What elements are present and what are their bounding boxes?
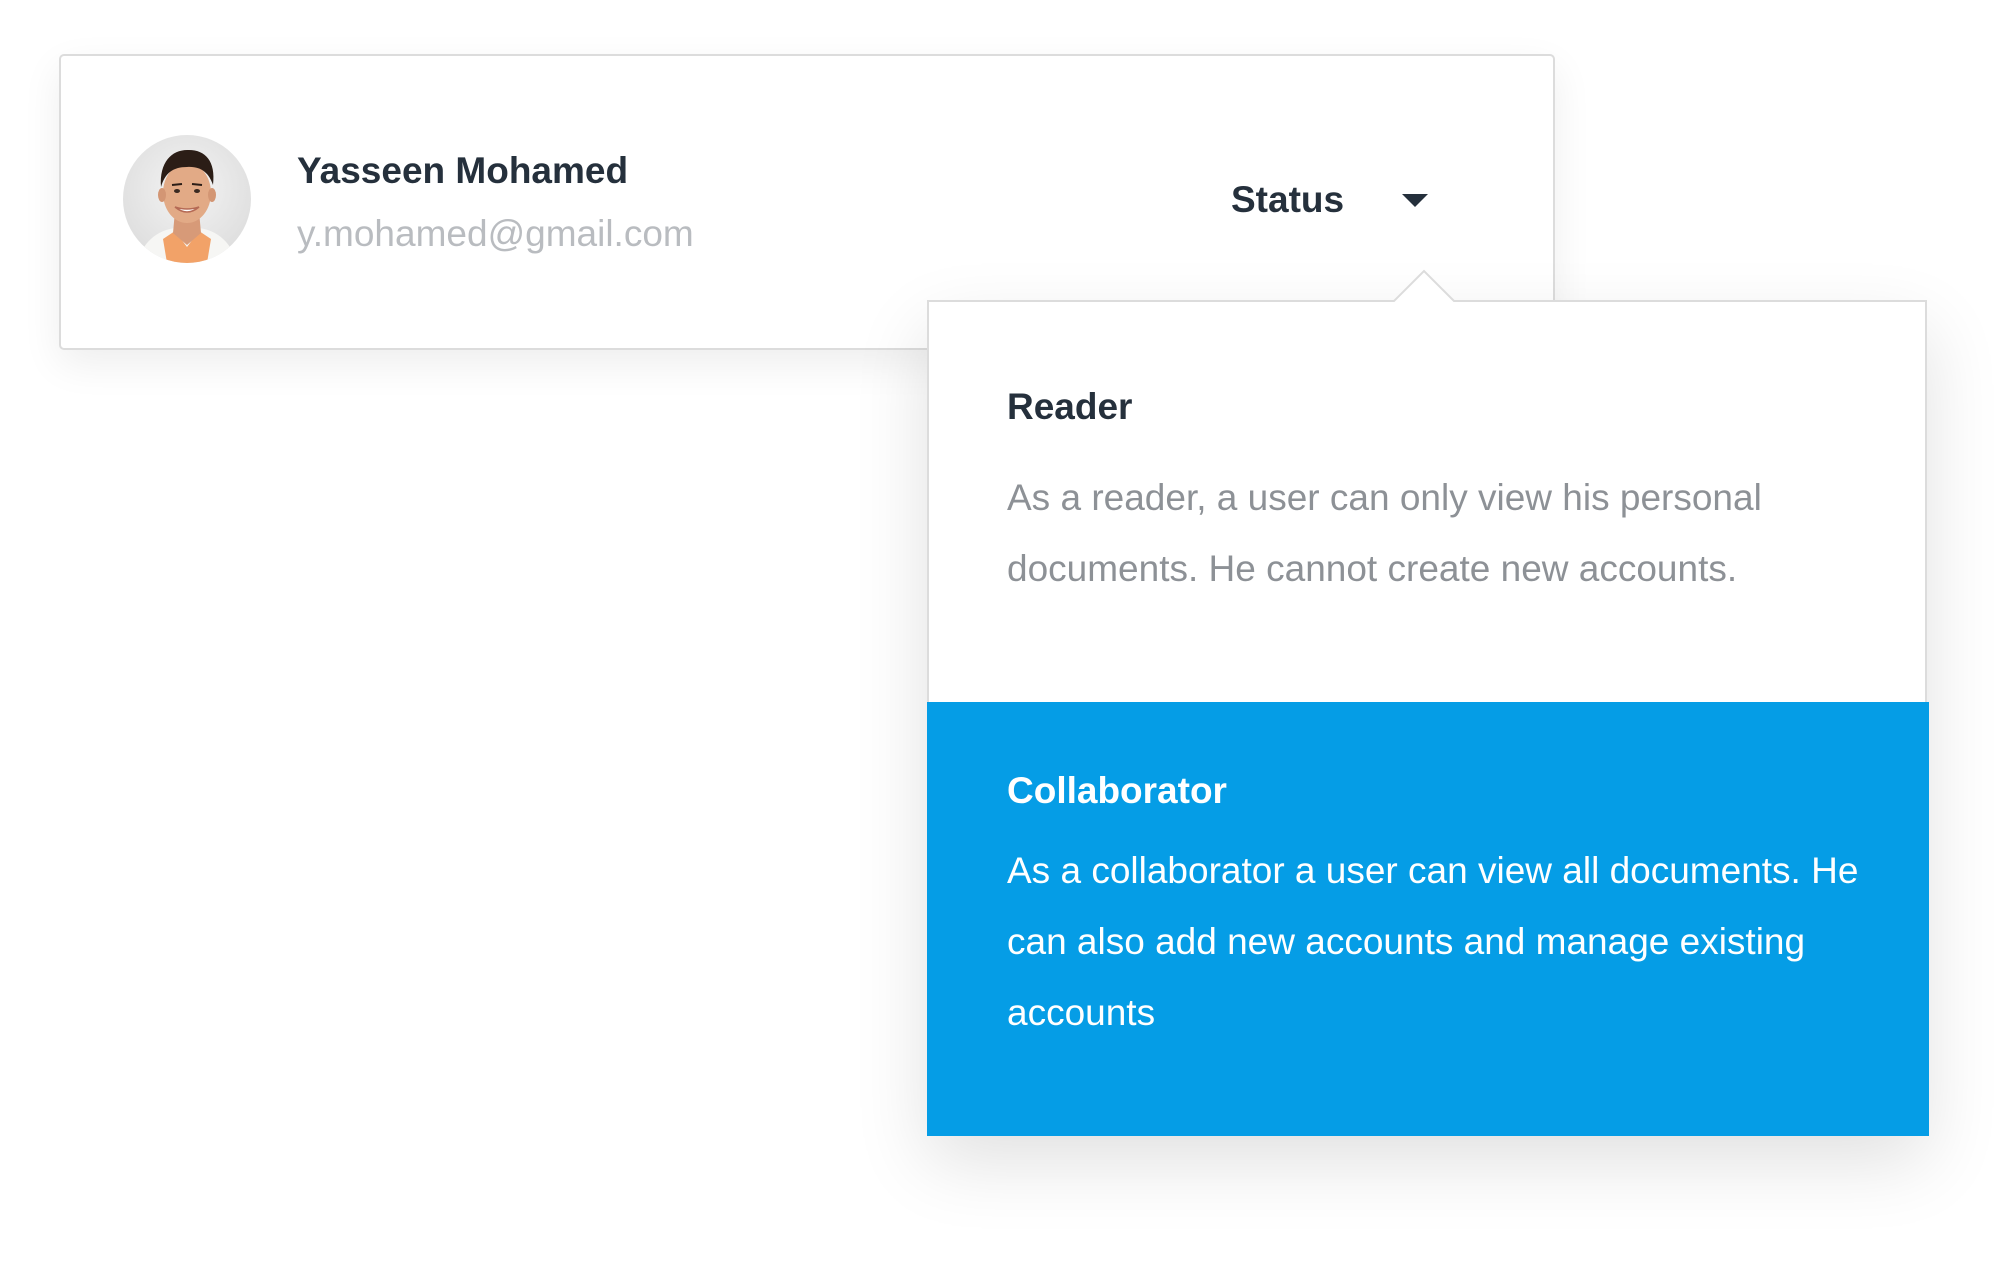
- status-dropdown-button[interactable]: Status: [1231, 170, 1429, 230]
- caret-down-icon: [1402, 193, 1429, 207]
- avatar: [123, 135, 251, 263]
- option-title: Collaborator: [1007, 770, 1227, 811]
- option-reader[interactable]: Reader As a reader, a user can only view…: [929, 302, 1925, 702]
- option-description: As a collaborator a user can view all do…: [1007, 850, 1859, 1033]
- option-description: As a reader, a user can only view his pe…: [1007, 477, 1762, 589]
- status-label: Status: [1231, 179, 1345, 220]
- avatar-photo: [137, 149, 237, 263]
- option-title: Reader: [1007, 386, 1133, 427]
- user-email: y.mohamed@gmail.com: [297, 213, 694, 254]
- option-collaborator[interactable]: Collaborator As a collaborator a user ca…: [927, 702, 1929, 1136]
- status-dropdown-menu: Reader As a reader, a user can only view…: [927, 269, 1929, 1136]
- user-name: Yasseen Mohamed: [297, 150, 629, 191]
- dropdown-pointer: [1391, 269, 1457, 304]
